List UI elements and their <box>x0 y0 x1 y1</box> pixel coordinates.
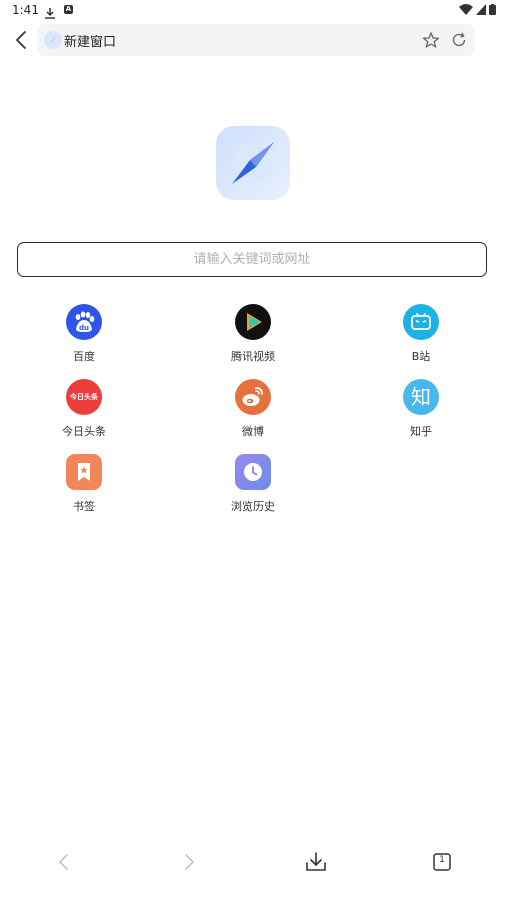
compass-icon <box>44 31 62 49</box>
zhihu-icon: 知 <box>403 379 439 415</box>
browser-logo <box>216 126 290 200</box>
shortcut-tencent-video[interactable]: 腾讯视频 <box>203 304 303 368</box>
page-title: 新建窗口 <box>64 35 117 50</box>
address-bar[interactable]: 新建窗口 <box>38 24 474 56</box>
shortcut-history[interactable]: 浏览历史 <box>203 454 303 518</box>
shortcut-label: B站 <box>411 350 431 363</box>
toolbar-download-button[interactable] <box>302 848 330 876</box>
shortcut-baidu[interactable]: du 百度 <box>34 304 134 368</box>
app-notification-icon: A <box>64 5 73 14</box>
signal-icon <box>476 4 486 15</box>
shortcut-zhihu[interactable]: 知 知乎 <box>371 379 471 443</box>
reload-icon <box>452 32 466 47</box>
star-icon <box>422 32 440 48</box>
toutiao-icon: 今日头条 <box>66 379 102 415</box>
status-time: 1:41 <box>12 3 39 17</box>
status-right <box>459 4 496 15</box>
bookmark-star-button[interactable] <box>422 31 440 53</box>
tencent-video-icon <box>235 304 271 340</box>
toolbar-tabs-button[interactable]: 1 <box>428 848 456 876</box>
shortcut-label: 今日头条 <box>62 425 106 438</box>
baidu-icon: du <box>66 304 102 340</box>
history-icon <box>235 454 271 490</box>
search-box[interactable] <box>17 242 487 277</box>
chevron-left-icon <box>16 31 26 49</box>
bilibili-icon <box>403 304 439 340</box>
shortcut-label: 微博 <box>242 425 264 438</box>
download-status-icon <box>44 4 56 23</box>
shortcut-label: 百度 <box>73 350 95 363</box>
battery-icon <box>489 4 496 15</box>
weibo-icon <box>235 379 271 415</box>
tab-count: 1 <box>439 855 445 865</box>
chevron-right-icon <box>185 854 194 870</box>
shortcut-label: 腾讯视频 <box>231 350 275 363</box>
search-input[interactable] <box>18 243 486 276</box>
compass-icon <box>232 142 274 184</box>
shortcut-weibo[interactable]: 微博 <box>203 379 303 443</box>
shortcut-bookmark[interactable]: 书签 <box>34 454 134 518</box>
wifi-icon <box>459 4 473 15</box>
back-button[interactable] <box>12 28 32 52</box>
bookmark-icon <box>66 454 102 490</box>
download-icon <box>306 852 326 871</box>
shortcut-label: 书签 <box>73 500 95 513</box>
toolbar-forward-button[interactable] <box>175 848 203 876</box>
shortcut-label: 浏览历史 <box>231 500 275 513</box>
shortcut-toutiao[interactable]: 今日头条 今日头条 <box>34 379 134 443</box>
shortcut-label: 知乎 <box>410 425 432 438</box>
shortcut-bilibili[interactable]: B站 <box>371 304 471 368</box>
chevron-left-icon <box>59 854 68 870</box>
reload-button[interactable] <box>450 31 468 53</box>
status-bar: 1:41 A <box>0 0 506 22</box>
toolbar-back-button[interactable] <box>50 848 78 876</box>
svg-text:du: du <box>79 324 89 332</box>
